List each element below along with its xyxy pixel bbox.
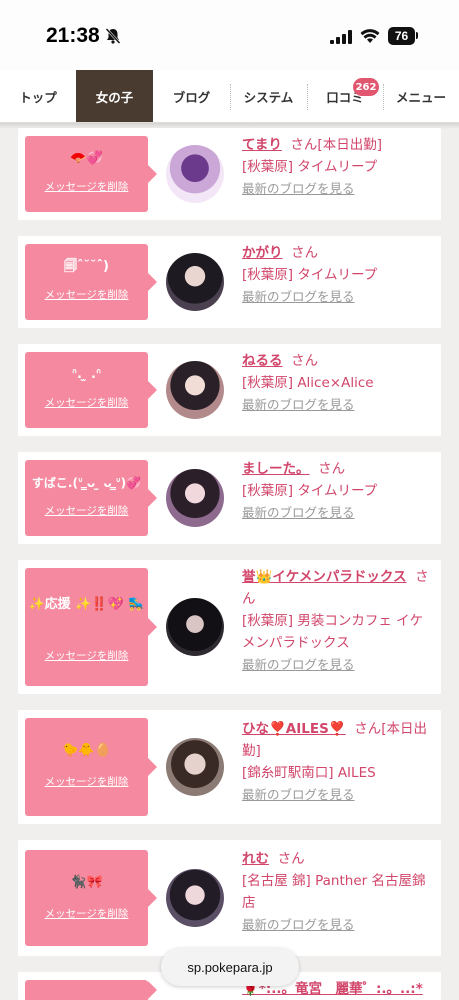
latest-blog-link[interactable]: 最新のブログを見る: [242, 657, 355, 672]
avatar[interactable]: [166, 253, 224, 311]
honorific: さん: [318, 461, 346, 477]
message-text: すばこ.(ᐡ ̳ᴗ ̫ ᴗ ̳ᐡ)💞: [31, 476, 142, 490]
avatar[interactable]: [166, 869, 224, 927]
shop-name[interactable]: [秋葉原] タイムリープ: [242, 267, 377, 283]
message-text: 🪭💞: [70, 151, 103, 166]
honorific: さん: [354, 721, 382, 737]
girl-info: ねるる さん [秋葉原] Alice×Alice 最新のブログを見る: [242, 350, 432, 416]
signal-icon: [330, 30, 352, 44]
girl-card: 🪭💞 メッセージを削除 てまり さん[本日出勤] [秋葉原] タイムリープ 最新…: [18, 128, 441, 220]
honorific: さん: [277, 851, 305, 867]
delete-message-link[interactable]: メッセージを削除: [25, 395, 148, 410]
girl-name-link[interactable]: かがり: [242, 245, 283, 261]
status-bar: 21:38 76: [0, 0, 459, 70]
tab-girls[interactable]: 女の子: [76, 70, 153, 122]
reviews-count-badge: 262: [353, 78, 379, 96]
girl-card: 🐈‍⬛🎀 メッセージを削除 れむ さん [名古屋 錦] Panther 名古屋錦…: [18, 840, 441, 956]
girl-card: 🐤🐥🥚 メッセージを削除 ひな❣️AILES❣️ さん[本日出勤] [錦糸町駅南…: [18, 710, 441, 824]
girl-info: ましーた。 さん [秋葉原] タイムリープ 最新のブログを見る: [242, 458, 432, 524]
honorific: さん: [291, 245, 319, 261]
wifi-icon: [360, 29, 380, 43]
girl-card: 🗐ˆ˘˘ˆ) メッセージを削除 かがり さん [秋葉原] タイムリープ 最新のブ…: [18, 236, 441, 328]
tab-menu[interactable]: メニュー: [383, 70, 459, 122]
delete-message-link[interactable]: メッセージを削除: [25, 503, 148, 518]
message-bubble: 🐈‍⬛🎀 メッセージを削除: [25, 850, 157, 946]
message-bubble: ᐢ. ̫ .ᐢ メッセージを削除: [25, 352, 157, 428]
girl-name-link[interactable]: ましーた。: [242, 461, 310, 477]
shop-name[interactable]: [秋葉原] 男装コンカフェ イケメンパラドックス: [242, 613, 423, 651]
latest-blog-link[interactable]: 最新のブログを見る: [242, 917, 355, 932]
message-text: 🐈‍⬛🎀: [70, 875, 103, 890]
message-bubble: すばこ.(ᐡ ̳ᴗ ̫ ᴗ ̳ᐡ)💞 メッセージを削除: [25, 460, 157, 536]
avatar[interactable]: [166, 145, 224, 203]
bell-off-icon: [105, 28, 121, 44]
nav-bar: トップ 女の子 ブログ システム 口コミ メニュー: [0, 70, 459, 123]
message-bubble: [25, 980, 157, 1000]
message-bubble: 🪭💞 メッセージを削除: [25, 136, 157, 212]
shop-name[interactable]: [秋葉原] タイムリープ: [242, 483, 377, 499]
avatar[interactable]: [166, 738, 224, 796]
girl-card: ✨応援 ✨‼️💖 🛼 メッセージを削除 誉👑イケメンパラドックス さん [秋葉原…: [18, 560, 441, 694]
tab-system[interactable]: システム: [230, 70, 307, 122]
delete-message-link[interactable]: メッセージを削除: [25, 774, 148, 789]
girl-info: ひな❣️AILES❣️ さん[本日出勤] [錦糸町駅南口] AILES 最新のブ…: [242, 718, 432, 806]
girl-info: てまり さん[本日出勤] [秋葉原] タイムリープ 最新のブログを見る: [242, 134, 432, 200]
message-text: ✨応援 ✨‼️💖 🛼: [28, 597, 145, 612]
girl-name-link[interactable]: てまり: [242, 137, 282, 153]
latest-blog-link[interactable]: 最新のブログを見る: [242, 181, 355, 196]
delete-message-link[interactable]: メッセージを削除: [25, 287, 148, 302]
latest-blog-link[interactable]: 最新のブログを見る: [242, 289, 355, 304]
latest-blog-link[interactable]: 最新のブログを見る: [242, 787, 355, 802]
message-text: 🗐ˆ˘˘ˆ): [64, 259, 109, 274]
avatar[interactable]: [166, 361, 224, 419]
girl-card: ᐢ. ̫ .ᐢ メッセージを削除 ねるる さん [秋葉原] Alice×Alic…: [18, 344, 441, 436]
latest-blog-link[interactable]: 最新のブログを見る: [242, 397, 355, 412]
girl-info: れむ さん [名古屋 錦] Panther 名古屋錦店 最新のブログを見る: [242, 848, 432, 936]
delete-message-link[interactable]: メッセージを削除: [25, 906, 148, 921]
avatar[interactable]: [166, 469, 224, 527]
girl-info: かがり さん [秋葉原] タイムリープ 最新のブログを見る: [242, 242, 432, 308]
status-time: 21:38: [46, 24, 100, 47]
shop-name[interactable]: [名古屋 錦] Panther 名古屋錦店: [242, 873, 425, 911]
message-bubble: ✨応援 ✨‼️💖 🛼 メッセージを削除: [25, 568, 157, 686]
tab-top[interactable]: トップ: [0, 70, 76, 122]
honorific: さん: [290, 137, 318, 153]
message-text: 🐤🐥🥚: [62, 743, 111, 758]
battery-indicator: 76: [388, 27, 415, 45]
tab-blog[interactable]: ブログ: [153, 70, 230, 122]
girl-card: すばこ.(ᐡ ̳ᴗ ̫ ᴗ ̳ᐡ)💞 メッセージを削除 ましーた。 さん [秋葉…: [18, 452, 441, 544]
honorific: さん: [291, 353, 319, 369]
shop-name[interactable]: [秋葉原] Alice×Alice: [242, 375, 374, 391]
girl-name-link[interactable]: れむ: [242, 851, 269, 867]
girl-name-link[interactable]: 誉👑イケメンパラドックス: [242, 569, 407, 585]
girl-name-link[interactable]: ひな❣️AILES❣️: [242, 721, 346, 737]
shop-name[interactable]: [錦糸町駅南口] AILES: [242, 765, 376, 781]
girl-name-link[interactable]: ねるる: [242, 353, 283, 369]
avatar[interactable]: [166, 598, 224, 656]
attendance-status: [本日出勤]: [317, 137, 382, 153]
url-bar[interactable]: sp.pokepara.jp: [161, 948, 299, 986]
girl-info: 誉👑イケメンパラドックス さん [秋葉原] 男装コンカフェ イケメンパラドックス…: [242, 566, 432, 676]
delete-message-link[interactable]: メッセージを削除: [25, 648, 148, 663]
shop-name[interactable]: [秋葉原] タイムリープ: [242, 159, 377, 175]
delete-message-link[interactable]: メッセージを削除: [25, 179, 148, 194]
message-bubble: 🗐ˆ˘˘ˆ) メッセージを削除: [25, 244, 157, 320]
latest-blog-link[interactable]: 最新のブログを見る: [242, 505, 355, 520]
battery-tip: [416, 32, 418, 39]
message-bubble: 🐤🐥🥚 メッセージを削除: [25, 718, 157, 816]
message-text: ᐢ. ̫ .ᐢ: [71, 367, 102, 382]
